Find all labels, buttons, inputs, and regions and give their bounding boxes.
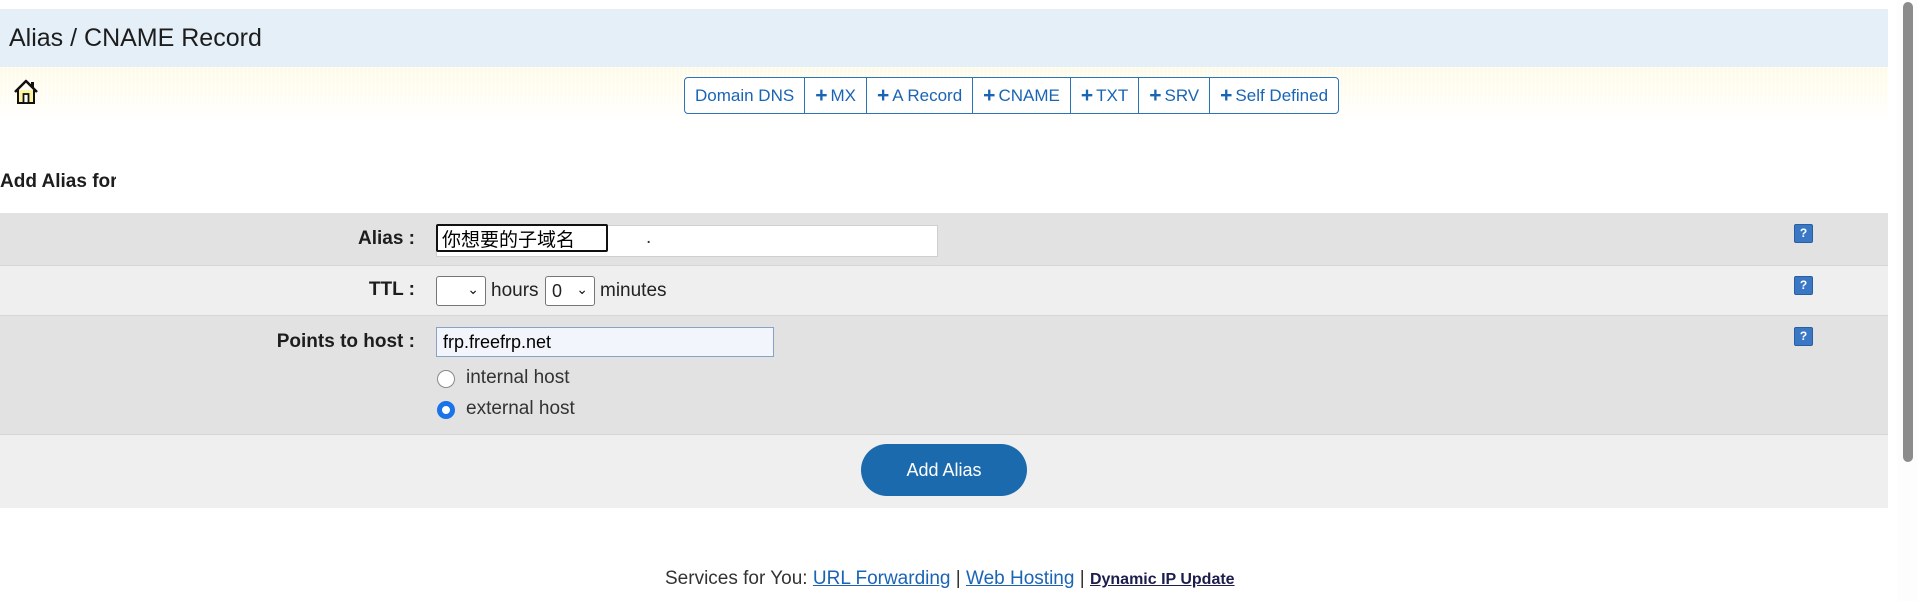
dns-record-button-group: Domain DNS + MX + A Record + CNAME + TXT…	[684, 77, 1340, 114]
footer: Services for You: URL Forwarding | Web H…	[665, 568, 1235, 590]
add-a-record-label: A Record	[892, 85, 963, 105]
plus-icon: +	[1080, 84, 1094, 107]
ttl-row: TTL : ⌄ hours 0 ⌄ minutes ?	[0, 266, 1888, 316]
footer-prefix: Services for You:	[665, 568, 808, 589]
chevron-down-icon: ⌄	[576, 281, 588, 297]
internal-host-radio[interactable]	[437, 370, 455, 388]
chevron-down-icon: ⌄	[467, 281, 479, 297]
ttl-label: TTL :	[368, 279, 415, 300]
plus-icon: +	[876, 84, 890, 107]
dynamic-ip-update-link[interactable]: Dynamic IP Update	[1090, 571, 1235, 588]
ttl-minutes-unit: minutes	[600, 280, 667, 301]
add-alias-form: Alias : . ? TTL : ⌄ hours 0 ⌄ minutes ? …	[0, 213, 1888, 508]
add-a-record-button[interactable]: + A Record	[867, 78, 974, 113]
footer-separator: |	[955, 568, 961, 589]
add-cname-button[interactable]: + CNAME	[973, 78, 1071, 113]
alias-label: Alias :	[357, 228, 415, 249]
host-row: Points to host : internal host external …	[0, 316, 1888, 435]
external-host-label: external host	[466, 398, 575, 419]
ttl-hours-unit: hours	[491, 280, 539, 301]
internal-host-label: internal host	[466, 367, 570, 388]
title-bar: Alias / CNAME Record	[0, 9, 1888, 67]
add-txt-label: TXT	[1096, 85, 1129, 105]
web-hosting-link[interactable]: Web Hosting	[966, 568, 1074, 589]
plus-icon: +	[1149, 84, 1162, 107]
plus-icon: +	[815, 84, 828, 107]
ttl-minutes-value: 0	[552, 280, 563, 301]
alias-row: Alias : . ?	[0, 213, 1888, 266]
plus-icon: +	[983, 84, 996, 107]
domain-dns-button[interactable]: Domain DNS	[685, 78, 806, 113]
ttl-help-icon[interactable]: ?	[1794, 276, 1813, 295]
alias-suffix: .	[646, 227, 652, 248]
add-srv-button[interactable]: + SRV	[1139, 78, 1211, 113]
submit-row: Add Alias	[0, 435, 1888, 508]
alias-help-icon[interactable]: ?	[1794, 224, 1813, 243]
add-cname-label: CNAME	[998, 85, 1060, 105]
add-srv-label: SRV	[1164, 85, 1200, 105]
alias-input[interactable]	[436, 224, 608, 252]
external-host-radio[interactable]	[437, 401, 455, 419]
section-heading: Add Alias for	[0, 171, 116, 192]
host-label: Points to host :	[276, 331, 415, 352]
home-icon[interactable]	[12, 78, 40, 106]
add-self-defined-label: Self Defined	[1235, 85, 1329, 105]
ttl-minutes-select[interactable]: 0 ⌄	[545, 276, 595, 306]
footer-separator: |	[1079, 568, 1085, 589]
host-help-icon[interactable]: ?	[1794, 327, 1813, 346]
scrollbar-thumb[interactable]	[1903, 2, 1913, 462]
plus-icon: +	[1220, 84, 1233, 107]
add-self-defined-button[interactable]: + Self Defined	[1210, 78, 1338, 113]
url-forwarding-link[interactable]: URL Forwarding	[813, 568, 951, 589]
ttl-hours-select[interactable]: ⌄	[436, 276, 486, 306]
add-txt-button[interactable]: + TXT	[1071, 78, 1140, 113]
domain-dns-label: Domain DNS	[695, 85, 795, 105]
add-mx-button[interactable]: + MX	[805, 78, 867, 113]
add-mx-label: MX	[830, 85, 856, 105]
add-alias-button[interactable]: Add Alias	[861, 444, 1027, 496]
page-title: Alias / CNAME Record	[9, 24, 262, 52]
host-input[interactable]	[436, 327, 774, 357]
toolbar: Domain DNS + MX + A Record + CNAME + TXT…	[0, 67, 1888, 122]
